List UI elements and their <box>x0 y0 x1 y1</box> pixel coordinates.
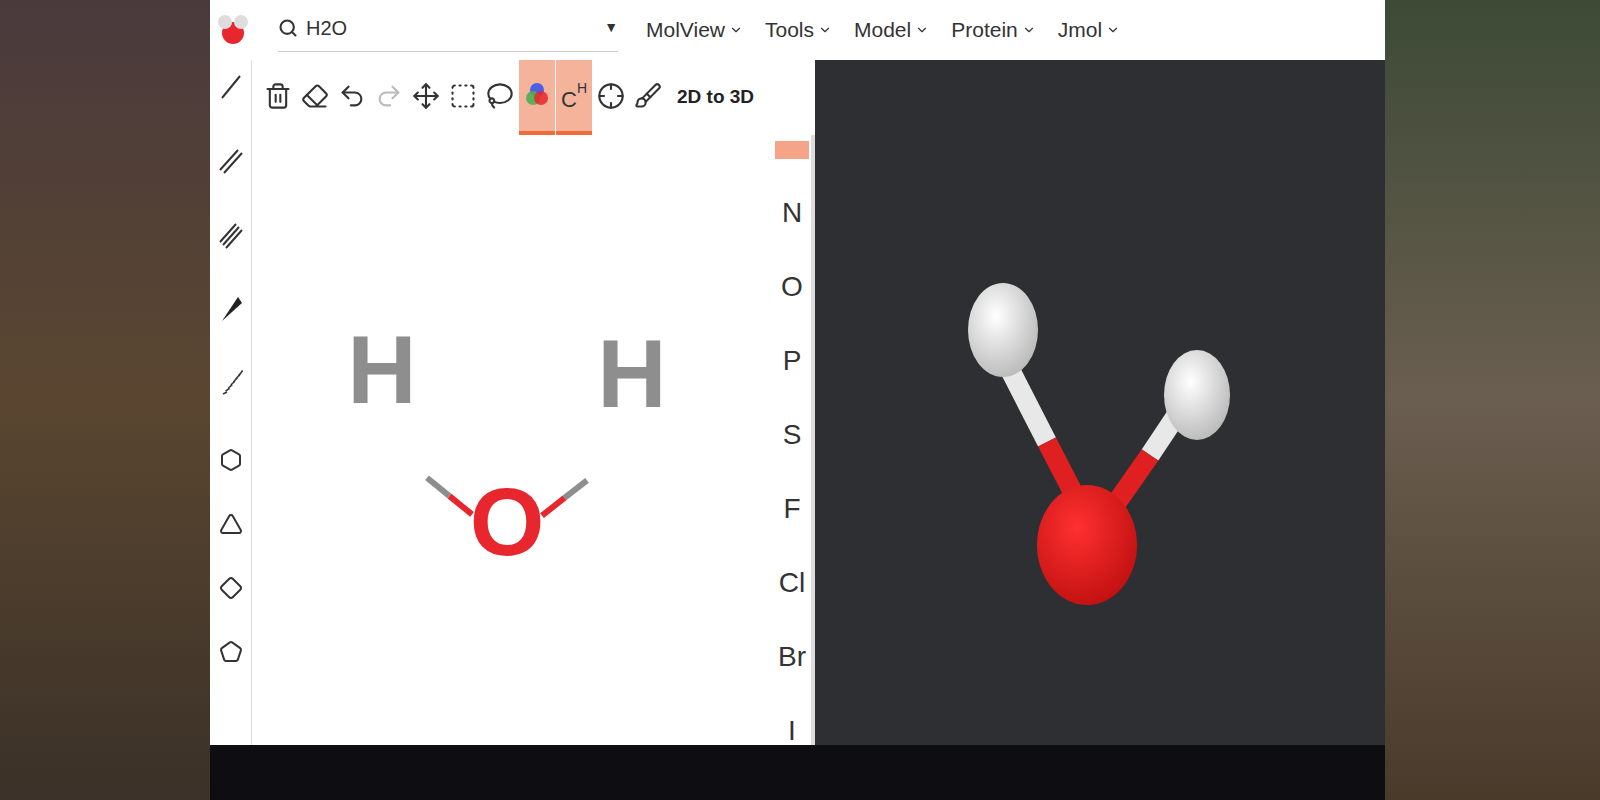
hydrogen-atom <box>1164 350 1230 440</box>
element-button[interactable]: O <box>781 267 803 307</box>
desk-right <box>1385 0 1600 800</box>
triple-bond-icon[interactable] <box>219 220 243 250</box>
hydrogen-atom <box>968 283 1038 377</box>
viewer-3d[interactable] <box>815 60 1385 745</box>
center-button[interactable] <box>593 60 629 135</box>
menu-item[interactable]: Jmol <box>1058 14 1120 46</box>
convert-button[interactable]: 2D to 3D <box>673 77 758 118</box>
move-icon <box>412 82 440 110</box>
bond-toolbar <box>210 60 252 745</box>
chevron-down-icon <box>818 23 832 37</box>
trash-button[interactable] <box>260 60 296 135</box>
eraser-icon <box>301 82 329 110</box>
bond[interactable] <box>542 480 587 515</box>
element-swatch[interactable] <box>775 141 809 159</box>
hydrogens-button[interactable]: CH <box>556 60 592 135</box>
hash-bond-icon[interactable] <box>219 368 243 398</box>
search-value: H2O <box>306 13 596 43</box>
atom-label[interactable]: O <box>470 468 545 575</box>
redo-icon <box>375 82 403 110</box>
search-dropdown[interactable]: ▼ <box>604 17 618 38</box>
color-button[interactable] <box>519 60 555 135</box>
chevron-down-icon <box>729 23 743 37</box>
menu-item[interactable]: Protein <box>951 14 1036 46</box>
element-button[interactable]: Br <box>778 637 806 677</box>
desk-left <box>0 0 210 800</box>
center-icon <box>597 82 625 110</box>
clean-button[interactable] <box>630 60 666 135</box>
pentagon-icon[interactable] <box>219 640 243 664</box>
diamond-icon[interactable] <box>219 576 243 600</box>
color-icon <box>524 81 550 111</box>
menu-item[interactable]: Model <box>854 14 929 46</box>
element-button[interactable]: I <box>788 711 796 745</box>
sketch-canvas[interactable]: HOH <box>252 135 773 745</box>
element-button[interactable]: Cl <box>779 563 805 603</box>
laptop-screen: H2O ▼ MolView Tools Model Protein Jmol CH 2D to … <box>210 0 1385 800</box>
element-column: NOPSF Cl Br I <box>773 135 815 745</box>
benzene-icon[interactable] <box>219 448 243 472</box>
sketch-toolbar: CH 2D to 3D <box>252 60 815 135</box>
lasso-select-icon <box>486 82 514 110</box>
rect-select-icon <box>449 82 477 110</box>
undo-button[interactable] <box>334 60 370 135</box>
ring-tools <box>219 442 243 664</box>
lasso-select-button[interactable] <box>482 60 518 135</box>
move-button[interactable] <box>408 60 444 135</box>
eraser-button[interactable] <box>297 60 333 135</box>
atom-label[interactable]: H <box>597 320 666 427</box>
single-bond-icon[interactable] <box>219 72 243 102</box>
search-field[interactable]: H2O ▼ <box>278 8 618 52</box>
menu-bar: MolView Tools Model Protein Jmol <box>646 14 1120 46</box>
chevron-down-icon <box>915 23 929 37</box>
element-button[interactable]: N <box>782 193 802 233</box>
molecule-2d: HOH <box>252 135 762 735</box>
element-button[interactable]: F <box>783 489 800 529</box>
search-icon <box>278 18 298 38</box>
rect-select-button[interactable] <box>445 60 481 135</box>
atom-label[interactable]: H <box>347 316 416 423</box>
wedge-bond-icon[interactable] <box>219 294 243 324</box>
molview-logo-icon[interactable] <box>216 13 250 47</box>
chevron-down-icon <box>1106 23 1120 37</box>
screen-bezel <box>210 745 1385 800</box>
redo-button[interactable] <box>371 60 407 135</box>
menu-item[interactable]: MolView <box>646 14 743 46</box>
photo-scene: H2O ▼ MolView Tools Model Protein Jmol CH 2D to … <box>0 0 1600 800</box>
bond-3d <box>1005 360 1190 505</box>
clean-icon <box>634 82 662 110</box>
menu-item[interactable]: Tools <box>765 14 832 46</box>
triangle-icon[interactable] <box>219 512 243 536</box>
chevron-down-icon <box>1022 23 1036 37</box>
trash-icon <box>264 82 292 110</box>
oxygen-atom <box>1037 485 1137 605</box>
undo-icon <box>338 82 366 110</box>
double-bond-icon[interactable] <box>219 146 243 176</box>
bond[interactable] <box>427 478 472 515</box>
workspace: CH2D to 3DHOHNOPSFClBrI <box>210 60 1385 745</box>
top-bar: H2O ▼ MolView Tools Model Protein Jmol <box>210 0 1385 60</box>
molecule-3d <box>815 60 1385 745</box>
sketcher: CH2D to 3DHOHNOPSFClBrI <box>252 60 815 745</box>
hydrogens-icon: CH <box>561 81 587 111</box>
element-button[interactable]: P <box>783 341 802 381</box>
sketch-area: HOHNOPSFClBrI <box>252 135 815 745</box>
element-button[interactable]: S <box>783 415 802 455</box>
